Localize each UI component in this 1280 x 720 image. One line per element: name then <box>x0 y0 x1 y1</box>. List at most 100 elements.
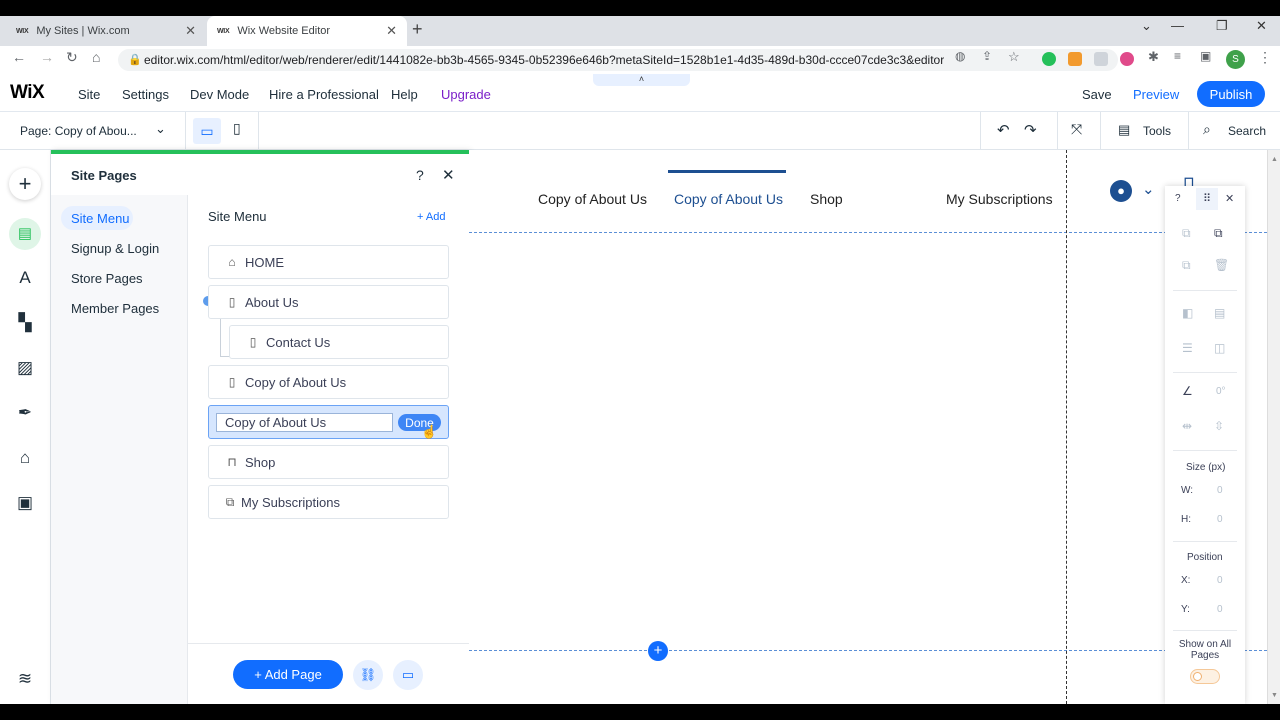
design-icon[interactable]: A <box>14 267 36 289</box>
show-on-all-pages-toggle[interactable] <box>1190 669 1220 684</box>
search-icon[interactable]: ⌕ <box>1203 121 1211 138</box>
save-button[interactable]: Save <box>1082 87 1112 102</box>
rss-extension-icon[interactable] <box>1068 52 1082 66</box>
add-elements-icon[interactable]: + <box>9 168 41 200</box>
add-menu-item-button[interactable]: + Add <box>417 211 445 223</box>
y-value[interactable]: 0 <box>1217 604 1223 615</box>
minimize-icon[interactable]: — <box>1171 18 1184 33</box>
back-icon[interactable]: ← <box>12 49 26 65</box>
canvas-scrollbar[interactable] <box>1267 150 1280 704</box>
menu-settings[interactable]: Settings <box>122 87 169 102</box>
editor-canvas[interactable] <box>469 150 1267 704</box>
align-icon[interactable]: ▤ <box>1214 306 1225 320</box>
maximize-icon[interactable]: ❐ <box>1216 18 1228 34</box>
help-icon[interactable]: ? <box>416 167 424 183</box>
inspector-help-icon[interactable]: ? <box>1175 193 1181 204</box>
site-nav-item[interactable]: My Subscriptions <box>946 191 1053 207</box>
drag-grip-icon[interactable]: ⠿ <box>1196 188 1218 210</box>
share-icon[interactable]: ⇪ <box>982 49 992 63</box>
layers-icon[interactable]: ≋ <box>14 668 36 690</box>
home-icon[interactable]: ⌂ <box>92 49 100 65</box>
match-size-icon[interactable]: ◫ <box>1214 341 1225 355</box>
duplicate-icon[interactable]: ⧉ <box>1182 258 1191 273</box>
wix-logo[interactable]: WiX <box>10 82 45 104</box>
folder-icon[interactable]: ▭ <box>393 660 423 690</box>
copy-icon[interactable]: ⧉ <box>1182 226 1191 241</box>
url-field[interactable]: editor.wix.com/html/editor/web/renderer/… <box>118 49 1118 71</box>
site-nav-item-active[interactable]: Copy of About Us <box>674 191 783 207</box>
redo-icon[interactable]: ↷ <box>1024 121 1037 139</box>
page-item-home[interactable]: ⌂ HOME <box>208 245 449 279</box>
chevron-down-icon[interactable]: ⌄ <box>1142 180 1155 198</box>
grammarly-extension-icon[interactable] <box>1042 52 1056 66</box>
page-item-my-subscriptions[interactable]: ⧉ My Subscriptions <box>208 485 449 519</box>
category-signup-login[interactable]: Signup & Login <box>71 241 159 256</box>
publish-button[interactable]: Publish <box>1197 81 1265 107</box>
x-value[interactable]: 0 <box>1217 575 1223 586</box>
browser-tab-editor[interactable]: WIX Wix Website Editor ✕ <box>207 16 407 46</box>
category-store-pages[interactable]: Store Pages <box>71 271 143 286</box>
close-icon[interactable]: ✕ <box>442 166 455 184</box>
flip-vertical-icon[interactable]: ⇳ <box>1214 419 1224 433</box>
scroll-down-icon[interactable]: ▼ <box>1271 692 1278 699</box>
rotate-angle-icon[interactable]: ∠ <box>1182 384 1193 398</box>
collapse-topbar-toggle[interactable]: ˄ <box>593 74 690 86</box>
delete-icon[interactable]: 🗑 <box>1214 258 1229 272</box>
store-bag-icon[interactable]: ⌂ <box>14 447 36 469</box>
category-member-pages[interactable]: Member Pages <box>71 301 159 316</box>
close-inspector-icon[interactable]: ✕ <box>1225 192 1234 205</box>
height-value[interactable]: 0 <box>1217 514 1223 525</box>
new-tab-icon[interactable]: + <box>412 19 423 40</box>
add-section-button[interactable]: + <box>648 641 668 661</box>
desktop-view-icon[interactable]: ▭ <box>193 118 221 144</box>
site-nav-item[interactable]: Copy of About Us <box>538 191 647 207</box>
rename-page-input[interactable] <box>216 413 393 432</box>
preview-button[interactable]: Preview <box>1133 87 1179 102</box>
site-nav-item[interactable]: Shop <box>810 191 843 207</box>
menu-dev-mode[interactable]: Dev Mode <box>190 87 249 102</box>
undo-icon[interactable]: ↶ <box>997 121 1010 139</box>
reading-list-icon[interactable]: ≡ <box>1174 49 1181 63</box>
chevron-down-icon[interactable]: ⌄ <box>155 121 166 137</box>
extension-icon[interactable] <box>1094 52 1108 66</box>
distribute-icon[interactable]: ☰ <box>1182 341 1193 355</box>
mobile-view-icon[interactable]: ▯ <box>233 120 241 137</box>
member-avatar-icon[interactable]: ● <box>1110 180 1132 202</box>
category-site-menu[interactable]: Site Menu <box>71 211 130 226</box>
lock-icon[interactable]: 🔒 <box>128 53 142 66</box>
page-item-copy-of-about-us[interactable]: ▯ Copy of About Us <box>208 365 449 399</box>
page-item-about-us[interactable]: ▯ About Us <box>208 285 449 319</box>
menu-help[interactable]: Help <box>391 87 418 102</box>
close-tab-icon[interactable]: ✕ <box>386 23 397 39</box>
search-button[interactable]: Search <box>1228 124 1266 138</box>
media-icon[interactable]: ▨ <box>14 357 36 379</box>
tools-icon[interactable]: ▤ <box>1118 122 1130 138</box>
scroll-up-icon[interactable]: ▲ <box>1271 156 1278 163</box>
tools-button[interactable]: Tools <box>1143 124 1171 138</box>
puzzle-extensions-icon[interactable]: ✱ <box>1148 49 1159 65</box>
zoom-out-icon[interactable]: ⤧ <box>1071 121 1082 138</box>
close-window-icon[interactable]: ✕ <box>1256 18 1267 34</box>
page-item-contact-us[interactable]: ▯ Contact Us <box>229 325 449 359</box>
add-page-button[interactable]: + Add Page <box>233 660 343 689</box>
bookmark-star-icon[interactable]: ☆ <box>1008 49 1020 65</box>
page-selector[interactable]: Page: Copy of Abou... <box>20 124 137 138</box>
chrome-menu-icon[interactable]: ⋮ <box>1258 49 1272 66</box>
bookings-icon[interactable]: ▣ <box>14 492 36 514</box>
flip-horizontal-icon[interactable]: ⇹ <box>1182 419 1192 433</box>
menu-site[interactable]: Site <box>78 87 100 102</box>
profile-avatar[interactable]: S <box>1226 50 1245 69</box>
tab-search-chevron-icon[interactable]: ⌄ <box>1141 18 1152 34</box>
link-icon[interactable]: ⛓ <box>353 660 383 690</box>
reload-icon[interactable]: ↻ <box>66 49 78 66</box>
arrange-icon[interactable]: ◧ <box>1182 306 1193 320</box>
paste-icon[interactable]: ⧉ <box>1214 226 1223 241</box>
close-tab-icon[interactable]: ✕ <box>185 23 196 39</box>
menu-upgrade[interactable]: Upgrade <box>441 87 491 102</box>
apps-grid-icon[interactable]: ▚ <box>14 312 36 334</box>
menu-hire-professional[interactable]: Hire a Professional <box>269 87 379 102</box>
browser-tab-my-sites[interactable]: WIX My Sites | Wix.com ✕ <box>6 16 206 46</box>
color-extension-icon[interactable] <box>1120 52 1134 66</box>
eye-off-icon[interactable]: ◍ <box>955 49 965 63</box>
side-panel-icon[interactable]: ▣ <box>1200 49 1211 63</box>
